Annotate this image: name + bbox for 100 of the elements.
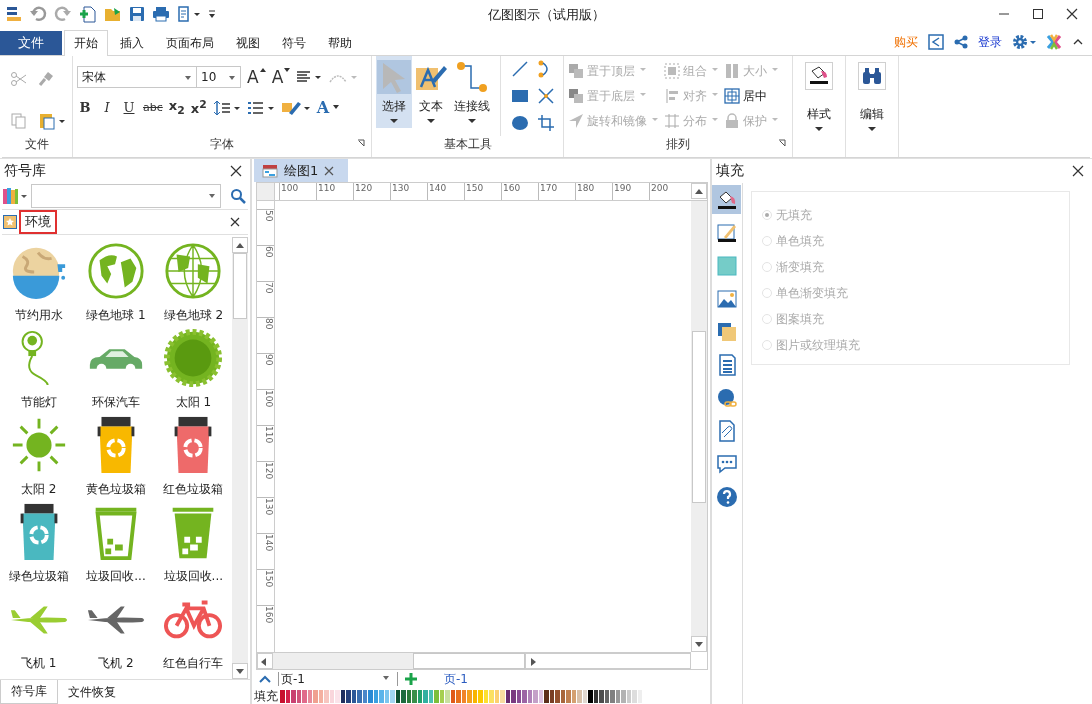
color-swatch[interactable] — [483, 689, 488, 703]
rectangle-icon[interactable] — [511, 87, 529, 105]
color-swatch[interactable] — [560, 689, 565, 703]
color-swatch[interactable] — [324, 689, 329, 703]
color-swatch[interactable] — [472, 689, 477, 703]
font-color-button[interactable]: A — [316, 98, 340, 117]
color-swatch[interactable] — [637, 689, 642, 703]
color-swatch[interactable] — [494, 689, 499, 703]
bullet-list-icon[interactable] — [246, 99, 275, 116]
color-swatch[interactable] — [340, 689, 345, 703]
format-button[interactable]: abc — [143, 101, 163, 114]
color-swatch[interactable] — [626, 689, 631, 703]
undo-icon[interactable] — [29, 6, 47, 22]
color-swatch[interactable] — [329, 689, 334, 703]
color-swatch[interactable] — [384, 689, 389, 703]
login-link[interactable]: 登录 — [978, 33, 1002, 51]
settings-icon[interactable] — [1012, 34, 1036, 50]
customize-toolbar-icon[interactable] — [208, 9, 216, 19]
color-swatch[interactable] — [615, 689, 620, 703]
color-swatch[interactable] — [555, 689, 560, 703]
scrollbar[interactable] — [691, 201, 707, 652]
color-swatch[interactable] — [346, 689, 351, 703]
tool-button[interactable]: 文本 — [413, 56, 450, 128]
close-icon[interactable] — [230, 217, 240, 227]
dialog-launcher-icon[interactable] — [778, 139, 786, 147]
arrange-button[interactable]: 居中 — [724, 87, 778, 105]
format-button[interactable]: I — [99, 100, 115, 115]
scroll-up-button[interactable] — [691, 183, 707, 199]
color-swatch[interactable] — [533, 689, 538, 703]
font-size-select[interactable]: 10 — [196, 66, 241, 88]
color-swatch[interactable] — [467, 689, 472, 703]
color-swatch[interactable] — [522, 689, 527, 703]
color-swatch[interactable] — [357, 689, 362, 703]
dialog-launcher-icon[interactable] — [357, 139, 365, 147]
redo-icon[interactable] — [54, 6, 72, 22]
cross-point-icon[interactable] — [537, 87, 555, 105]
color-swatch[interactable] — [362, 689, 367, 703]
tool-button[interactable]: 连接线 — [451, 56, 492, 128]
color-swatch[interactable] — [434, 689, 439, 703]
grow-font-button[interactable]: A — [247, 67, 266, 87]
color-swatch[interactable] — [588, 689, 593, 703]
color-swatch[interactable] — [566, 689, 571, 703]
color-swatch[interactable] — [604, 689, 609, 703]
color-swatch[interactable] — [582, 689, 587, 703]
format-button[interactable]: U — [121, 100, 137, 115]
color-swatch[interactable] — [489, 689, 494, 703]
color-swatch[interactable] — [390, 689, 395, 703]
color-swatch[interactable] — [335, 689, 340, 703]
format-button[interactable]: x$^{2}$ — [190, 98, 207, 117]
sun-jagged-icon[interactable] — [162, 328, 225, 388]
fill-tab-icon[interactable] — [712, 185, 741, 214]
color-swatch[interactable] — [412, 689, 417, 703]
panel-tab[interactable]: 符号库 — [0, 680, 58, 704]
color-swatch[interactable] — [318, 689, 323, 703]
menu-tab[interactable]: 插入 — [110, 30, 154, 55]
font-select[interactable]: 宋体 — [77, 66, 197, 88]
color-swatch[interactable] — [549, 689, 554, 703]
share-icon[interactable] — [954, 35, 968, 49]
color-swatch[interactable] — [313, 689, 318, 703]
shrink-font-button[interactable]: A — [271, 67, 291, 87]
color-swatch[interactable] — [511, 689, 516, 703]
maximize-icon[interactable] — [1032, 8, 1044, 20]
cut-icon[interactable] — [10, 70, 28, 88]
color-swatch[interactable] — [577, 689, 582, 703]
new-file-icon[interactable] — [79, 5, 97, 23]
color-swatch[interactable] — [538, 689, 543, 703]
color-swatch[interactable] — [373, 689, 378, 703]
highlight-icon[interactable] — [280, 99, 311, 116]
app-logo-icon[interactable] — [6, 6, 22, 22]
color-swatch[interactable] — [610, 689, 615, 703]
color-swatch[interactable] — [478, 689, 483, 703]
format-button[interactable]: x$_{2}$ — [168, 98, 185, 117]
color-swatch[interactable] — [439, 689, 444, 703]
color-swatch[interactable] — [428, 689, 433, 703]
color-swatch[interactable] — [445, 689, 450, 703]
color-swatch[interactable] — [285, 689, 290, 703]
document-tab[interactable]: 绘图1 — [254, 159, 349, 182]
open-folder-icon[interactable] — [104, 5, 122, 23]
line-spacing-icon[interactable] — [212, 99, 241, 116]
search-icon[interactable] — [230, 188, 246, 204]
color-swatch[interactable] — [291, 689, 296, 703]
color-swatch[interactable] — [406, 689, 411, 703]
caret-up-icon[interactable] — [258, 674, 272, 684]
format-button[interactable]: B — [77, 100, 93, 115]
color-swatch[interactable] — [632, 689, 637, 703]
share-screen-icon[interactable] — [928, 34, 944, 50]
color-swatch[interactable] — [571, 689, 576, 703]
color-swatch[interactable] — [450, 689, 455, 703]
page-tab[interactable]: 页-1 — [444, 670, 468, 688]
print-icon[interactable] — [152, 6, 170, 22]
color-swatch[interactable] — [401, 689, 406, 703]
color-swatch[interactable] — [516, 689, 521, 703]
color-swatch[interactable] — [302, 689, 307, 703]
color-swatch[interactable] — [500, 689, 505, 703]
ribbon-button[interactable]: 样式 — [796, 56, 842, 142]
scrollbar[interactable] — [232, 237, 248, 679]
scrollbar[interactable] — [257, 652, 691, 669]
color-swatch[interactable] — [621, 689, 626, 703]
line-icon[interactable] — [511, 60, 529, 78]
menu-tab[interactable]: 符号 — [272, 30, 316, 55]
